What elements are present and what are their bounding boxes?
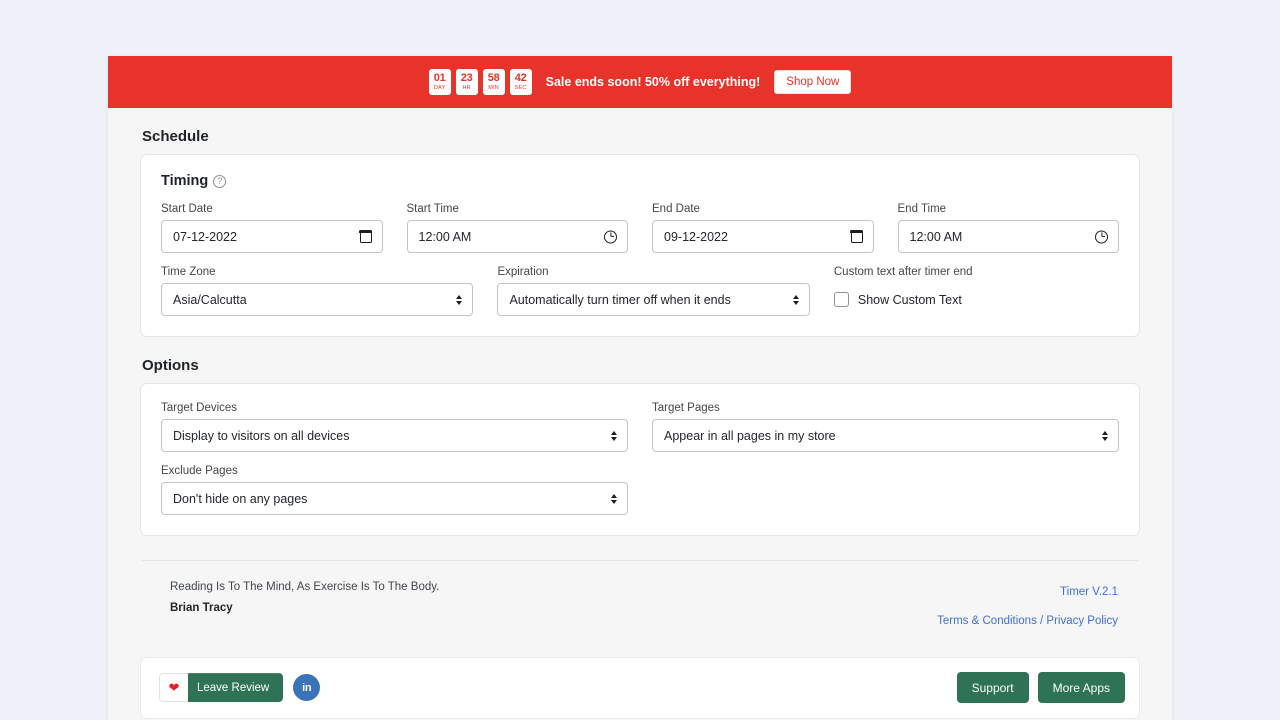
target-devices-select[interactable]: Display to visitors on all devices	[161, 419, 628, 452]
options-row-1: Target Devices Display to visitors on al…	[161, 402, 1119, 452]
quote-author: Brian Tracy	[170, 598, 439, 619]
start-time-label: Start Time	[407, 203, 629, 215]
calendar-icon[interactable]	[851, 231, 863, 243]
timer-unit-hour: HR	[462, 86, 470, 92]
more-apps-button[interactable]: More Apps	[1038, 672, 1125, 703]
question-circle-icon[interactable]: ?	[213, 175, 226, 188]
bottom-right-group: Support More Apps	[957, 672, 1125, 703]
show-custom-text-row[interactable]: Show Custom Text	[834, 283, 1119, 316]
field-time-zone: Time Zone Asia/Calcutta	[161, 266, 473, 316]
timer-value-minute: 58	[488, 73, 500, 84]
options-row-2: Exclude Pages Don't hide on any pages	[161, 465, 1119, 515]
time-zone-label: Time Zone	[161, 266, 473, 278]
footer-quote-block: Reading Is To The Mind, As Exercise Is T…	[140, 561, 1140, 635]
field-exclude-pages: Exclude Pages Don't hide on any pages	[161, 465, 628, 515]
clock-icon[interactable]	[1095, 230, 1108, 243]
target-devices-label: Target Devices	[161, 402, 628, 414]
options-section-title: Options	[142, 357, 1140, 374]
timer-cell-hour: 23 HR	[456, 69, 478, 95]
target-devices-value: Display to visitors on all devices	[173, 429, 349, 443]
expiration-value: Automatically turn timer off when it end…	[509, 293, 730, 307]
timer-cell-second: 42 SEC	[510, 69, 532, 95]
target-pages-label: Target Pages	[652, 402, 1119, 414]
expiration-select[interactable]: Automatically turn timer off when it end…	[497, 283, 809, 316]
exclude-pages-label: Exclude Pages	[161, 465, 628, 477]
timer-value-second: 42	[515, 73, 527, 84]
promo-message: Sale ends soon! 50% off everything!	[546, 75, 761, 89]
heart-icon: ❤	[159, 673, 188, 702]
target-pages-select[interactable]: Appear in all pages in my store	[652, 419, 1119, 452]
timer-unit-minute: MIN	[488, 86, 499, 92]
quote-text: Reading Is To The Mind, As Exercise Is T…	[170, 577, 439, 598]
end-date-label: End Date	[652, 203, 874, 215]
start-time-value: 12:00 AM	[419, 230, 472, 244]
end-time-value: 12:00 AM	[910, 230, 963, 244]
custom-text-label: Custom text after timer end	[834, 266, 1119, 278]
timer-cell-day: 01 DAY	[429, 69, 451, 95]
timer-value-day: 01	[434, 73, 446, 84]
app-window: 01 DAY 23 HR 58 MIN 42 SEC Sale ends soo…	[108, 56, 1172, 720]
timer-value-hour: 23	[461, 73, 473, 84]
timer-unit-second: SEC	[515, 86, 527, 92]
linkedin-icon[interactable]: in	[293, 674, 320, 701]
stepper-icon	[793, 295, 799, 305]
promo-banner: 01 DAY 23 HR 58 MIN 42 SEC Sale ends soo…	[108, 56, 1172, 108]
expiration-label: Expiration	[497, 266, 809, 278]
shop-now-button[interactable]: Shop Now	[774, 70, 851, 94]
calendar-icon[interactable]	[360, 231, 372, 243]
stepper-icon	[611, 494, 617, 504]
field-start-time: Start Time 12:00 AM	[407, 203, 629, 253]
quote-group: Reading Is To The Mind, As Exercise Is T…	[170, 577, 439, 618]
field-target-pages: Target Pages Appear in all pages in my s…	[652, 402, 1119, 452]
exclude-pages-select[interactable]: Don't hide on any pages	[161, 482, 628, 515]
content-area: Schedule Timing ? Start Date 07-12-2022	[108, 128, 1172, 719]
start-time-input[interactable]: 12:00 AM	[407, 220, 629, 253]
support-button[interactable]: Support	[957, 672, 1029, 703]
timing-row-dates: Start Date 07-12-2022 Start Time 12:00 A…	[161, 203, 1119, 253]
start-date-value: 07-12-2022	[173, 230, 237, 244]
show-custom-text-checkbox[interactable]	[834, 292, 849, 307]
schedule-section-title: Schedule	[142, 128, 1140, 145]
target-pages-value: Appear in all pages in my store	[664, 429, 836, 443]
bottom-action-bar: ❤ Leave Review in Support More Apps	[140, 657, 1140, 719]
screen: 01 DAY 23 HR 58 MIN 42 SEC Sale ends soo…	[0, 0, 1280, 720]
end-time-label: End Time	[898, 203, 1120, 215]
footer-links-group: Timer V.2.1 Terms & Conditions / Privacy…	[937, 577, 1118, 635]
leave-review-button[interactable]: ❤ Leave Review	[159, 673, 283, 702]
end-time-input[interactable]: 12:00 AM	[898, 220, 1120, 253]
exclude-pages-value: Don't hide on any pages	[173, 492, 307, 506]
field-end-time: End Time 12:00 AM	[898, 203, 1120, 253]
options-card: Target Devices Display to visitors on al…	[140, 383, 1140, 536]
end-date-input[interactable]: 09-12-2022	[652, 220, 874, 253]
field-spacer	[652, 465, 1119, 515]
countdown-timer: 01 DAY 23 HR 58 MIN 42 SEC	[429, 69, 532, 95]
clock-icon[interactable]	[604, 230, 617, 243]
time-zone-value: Asia/Calcutta	[173, 293, 247, 307]
show-custom-text-label[interactable]: Show Custom Text	[858, 293, 962, 307]
field-start-date: Start Date 07-12-2022	[161, 203, 383, 253]
field-target-devices: Target Devices Display to visitors on al…	[161, 402, 628, 452]
terms-privacy-link[interactable]: Terms & Conditions / Privacy Policy	[937, 615, 1118, 627]
stepper-icon	[611, 431, 617, 441]
timing-card-heading: Timing ?	[161, 173, 1119, 189]
start-date-input[interactable]: 07-12-2022	[161, 220, 383, 253]
start-date-label: Start Date	[161, 203, 383, 215]
leave-review-label: Leave Review	[181, 673, 283, 702]
time-zone-select[interactable]: Asia/Calcutta	[161, 283, 473, 316]
end-date-value: 09-12-2022	[664, 230, 728, 244]
timing-heading-label: Timing	[161, 173, 208, 189]
stepper-icon	[1102, 431, 1108, 441]
timer-unit-day: DAY	[434, 86, 446, 92]
field-expiration: Expiration Automatically turn timer off …	[497, 266, 809, 316]
stepper-icon	[456, 295, 462, 305]
timing-row-zone: Time Zone Asia/Calcutta Expiration Autom…	[161, 266, 1119, 316]
timer-cell-minute: 58 MIN	[483, 69, 505, 95]
timer-version-link[interactable]: Timer V.2.1	[1060, 586, 1118, 598]
field-end-date: End Date 09-12-2022	[652, 203, 874, 253]
timing-card: Timing ? Start Date 07-12-2022 Start Tim…	[140, 154, 1140, 337]
field-custom-text: Custom text after timer end Show Custom …	[834, 266, 1119, 316]
bottom-left-group: ❤ Leave Review in	[159, 673, 320, 702]
